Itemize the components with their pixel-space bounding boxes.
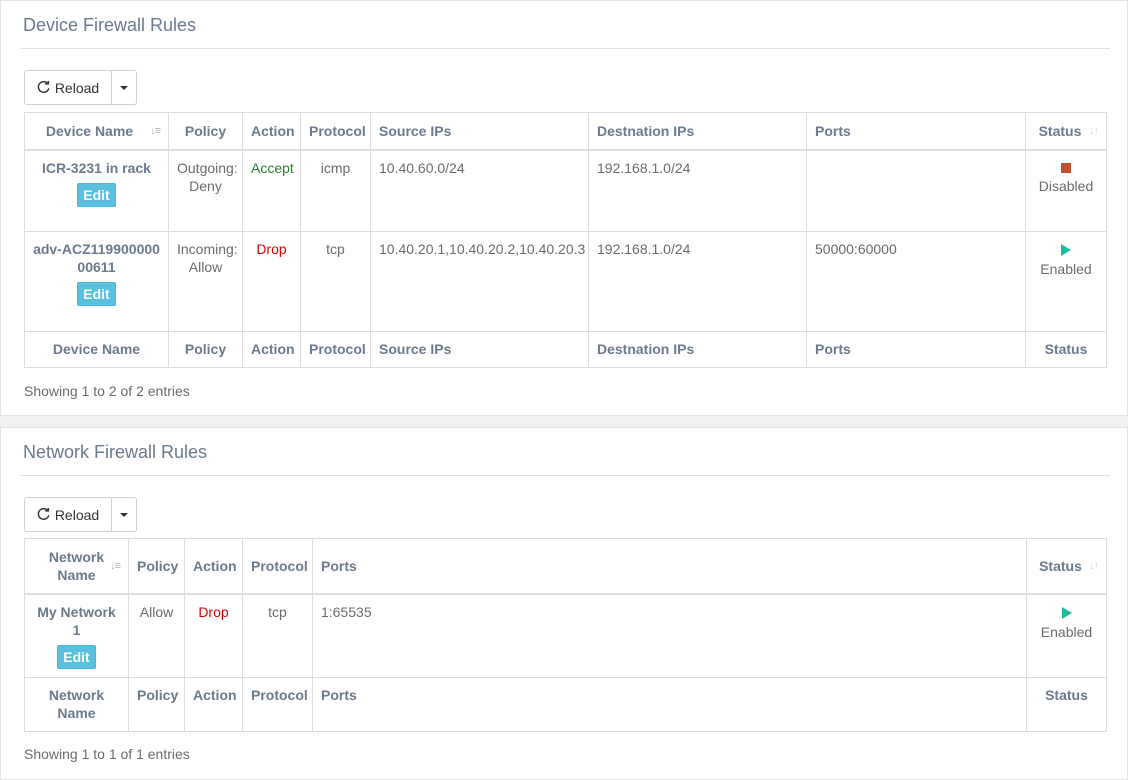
status-text: Enabled bbox=[1040, 261, 1092, 277]
column-header-action[interactable]: Action bbox=[184, 538, 243, 595]
network-reload-group: Reload bbox=[24, 497, 137, 532]
network-firewall-panel: Network Firewall Rules Reload Network Na… bbox=[0, 427, 1128, 780]
caret-down-icon bbox=[120, 85, 128, 90]
ports-cell: 1:65535 bbox=[312, 593, 1027, 678]
column-header-protocol[interactable]: Protocol bbox=[300, 112, 371, 151]
source-ips-cell: 10.40.20.1,10.40.20.2,10.40.20.3 bbox=[370, 231, 589, 332]
device-name: ICR-3231 in rack bbox=[42, 159, 151, 176]
divider bbox=[21, 475, 1110, 476]
policy-cell: Incoming: Allow bbox=[168, 231, 243, 332]
network-reload-button[interactable]: Reload bbox=[24, 497, 112, 532]
footer-destination-ips: Destnation IPs bbox=[588, 331, 807, 368]
status-cell: Enabled bbox=[1025, 231, 1107, 332]
edit-button[interactable]: Edit bbox=[57, 644, 96, 669]
column-header-destination-ips[interactable]: Destnation IPs bbox=[588, 112, 807, 151]
policy-cell: Outgoing: Deny bbox=[168, 149, 243, 232]
footer-status: Status bbox=[1025, 331, 1107, 368]
status-cell: Enabled bbox=[1026, 593, 1107, 678]
destination-ips-cell: 192.168.1.0/24 bbox=[588, 149, 807, 232]
network-name-cell: My Network 1 Edit bbox=[24, 593, 129, 678]
caret-down-icon bbox=[120, 512, 128, 517]
edit-button[interactable]: Edit bbox=[77, 182, 116, 207]
network-table-info: Showing 1 to 1 of 1 entries bbox=[24, 746, 190, 762]
column-header-device-name[interactable]: Device Name ↓≡ bbox=[24, 112, 169, 151]
status-text: Disabled bbox=[1038, 177, 1094, 194]
network-panel-title: Network Firewall Rules bbox=[23, 442, 208, 462]
footer-status: Status bbox=[1026, 676, 1107, 732]
play-triangle-icon[interactable] bbox=[1061, 606, 1072, 619]
status-cell: Disabled bbox=[1025, 149, 1107, 232]
sort-icon: ↓≡ bbox=[110, 559, 121, 572]
footer-ports: Ports bbox=[312, 676, 1027, 732]
protocol-cell: tcp bbox=[300, 231, 371, 332]
footer-device-name: Device Name bbox=[24, 331, 169, 368]
table-row: adv-ACZ11990000000611 Edit Incoming: All… bbox=[24, 231, 1107, 332]
status-text: Enabled bbox=[1040, 623, 1093, 640]
refresh-icon bbox=[37, 508, 50, 520]
device-table-info: Showing 1 to 2 of 2 entries bbox=[24, 383, 190, 399]
column-header-network-name[interactable]: Network Name ↓≡ bbox=[24, 538, 129, 595]
ports-cell: 50000:60000 bbox=[806, 231, 1026, 332]
device-reload-button[interactable]: Reload bbox=[24, 70, 112, 105]
device-panel-title: Device Firewall Rules bbox=[23, 15, 197, 35]
column-header-protocol[interactable]: Protocol bbox=[242, 538, 313, 595]
play-triangle-icon[interactable] bbox=[1061, 244, 1071, 256]
stop-square-icon[interactable] bbox=[1061, 162, 1071, 173]
reload-label: Reload bbox=[54, 506, 100, 523]
device-reload-dropdown[interactable] bbox=[112, 70, 137, 105]
footer-policy: Policy bbox=[128, 676, 185, 732]
sort-icon: ↓≡ bbox=[150, 124, 161, 137]
column-header-status[interactable]: Status ↓↑ bbox=[1025, 112, 1107, 151]
reload-label: Reload bbox=[54, 79, 100, 96]
ports-cell bbox=[806, 149, 1026, 232]
column-header-policy[interactable]: Policy bbox=[168, 112, 243, 151]
footer-policy: Policy bbox=[168, 331, 243, 368]
column-header-ports[interactable]: Ports bbox=[312, 538, 1027, 595]
protocol-cell: tcp bbox=[242, 593, 313, 678]
device-name-cell: adv-ACZ11990000000611 Edit bbox=[24, 231, 169, 332]
column-header-ports[interactable]: Ports bbox=[806, 112, 1026, 151]
divider bbox=[21, 48, 1110, 49]
edit-button[interactable]: Edit bbox=[77, 282, 116, 306]
footer-ports: Ports bbox=[806, 331, 1026, 368]
footer-protocol: Protocol bbox=[300, 331, 371, 368]
column-header-action[interactable]: Action bbox=[242, 112, 301, 151]
table-row: My Network 1 Edit Allow Drop tcp 1:65535… bbox=[24, 593, 1107, 678]
footer-source-ips: Source IPs bbox=[370, 331, 589, 368]
footer-protocol: Protocol bbox=[242, 676, 313, 732]
action-cell: Accept bbox=[242, 149, 301, 232]
network-reload-dropdown[interactable] bbox=[112, 497, 137, 532]
protocol-cell: icmp bbox=[300, 149, 371, 232]
column-header-source-ips[interactable]: Source IPs bbox=[370, 112, 589, 151]
action-cell: Drop bbox=[242, 231, 301, 332]
destination-ips-cell: 192.168.1.0/24 bbox=[588, 231, 807, 332]
action-cell: Drop bbox=[184, 593, 243, 678]
sort-icon: ↓↑ bbox=[1089, 559, 1099, 572]
footer-action: Action bbox=[242, 331, 301, 368]
footer-network-name: Network Name bbox=[24, 676, 129, 732]
footer-action: Action bbox=[184, 676, 243, 732]
network-rules-table: Network Name ↓≡ Policy Action Protocol P… bbox=[24, 538, 1107, 732]
device-name: adv-ACZ11990000000611 bbox=[33, 241, 160, 275]
network-name: My Network 1 bbox=[37, 603, 116, 638]
device-firewall-panel: Device Firewall Rules Reload Device Name… bbox=[0, 0, 1128, 416]
sort-icon: ↓↑ bbox=[1089, 124, 1099, 137]
table-row: ICR-3231 in rack Edit Outgoing: Deny Acc… bbox=[24, 149, 1107, 232]
column-header-status[interactable]: Status ↓↑ bbox=[1026, 538, 1107, 595]
device-rules-table: Device Name ↓≡ Policy Action Protocol So… bbox=[24, 112, 1107, 368]
source-ips-cell: 10.40.60.0/24 bbox=[370, 149, 589, 232]
column-header-policy[interactable]: Policy bbox=[128, 538, 185, 595]
refresh-icon bbox=[37, 81, 50, 93]
device-reload-group: Reload bbox=[24, 70, 137, 105]
policy-cell: Allow bbox=[128, 593, 185, 678]
device-name-cell: ICR-3231 in rack Edit bbox=[24, 149, 169, 232]
